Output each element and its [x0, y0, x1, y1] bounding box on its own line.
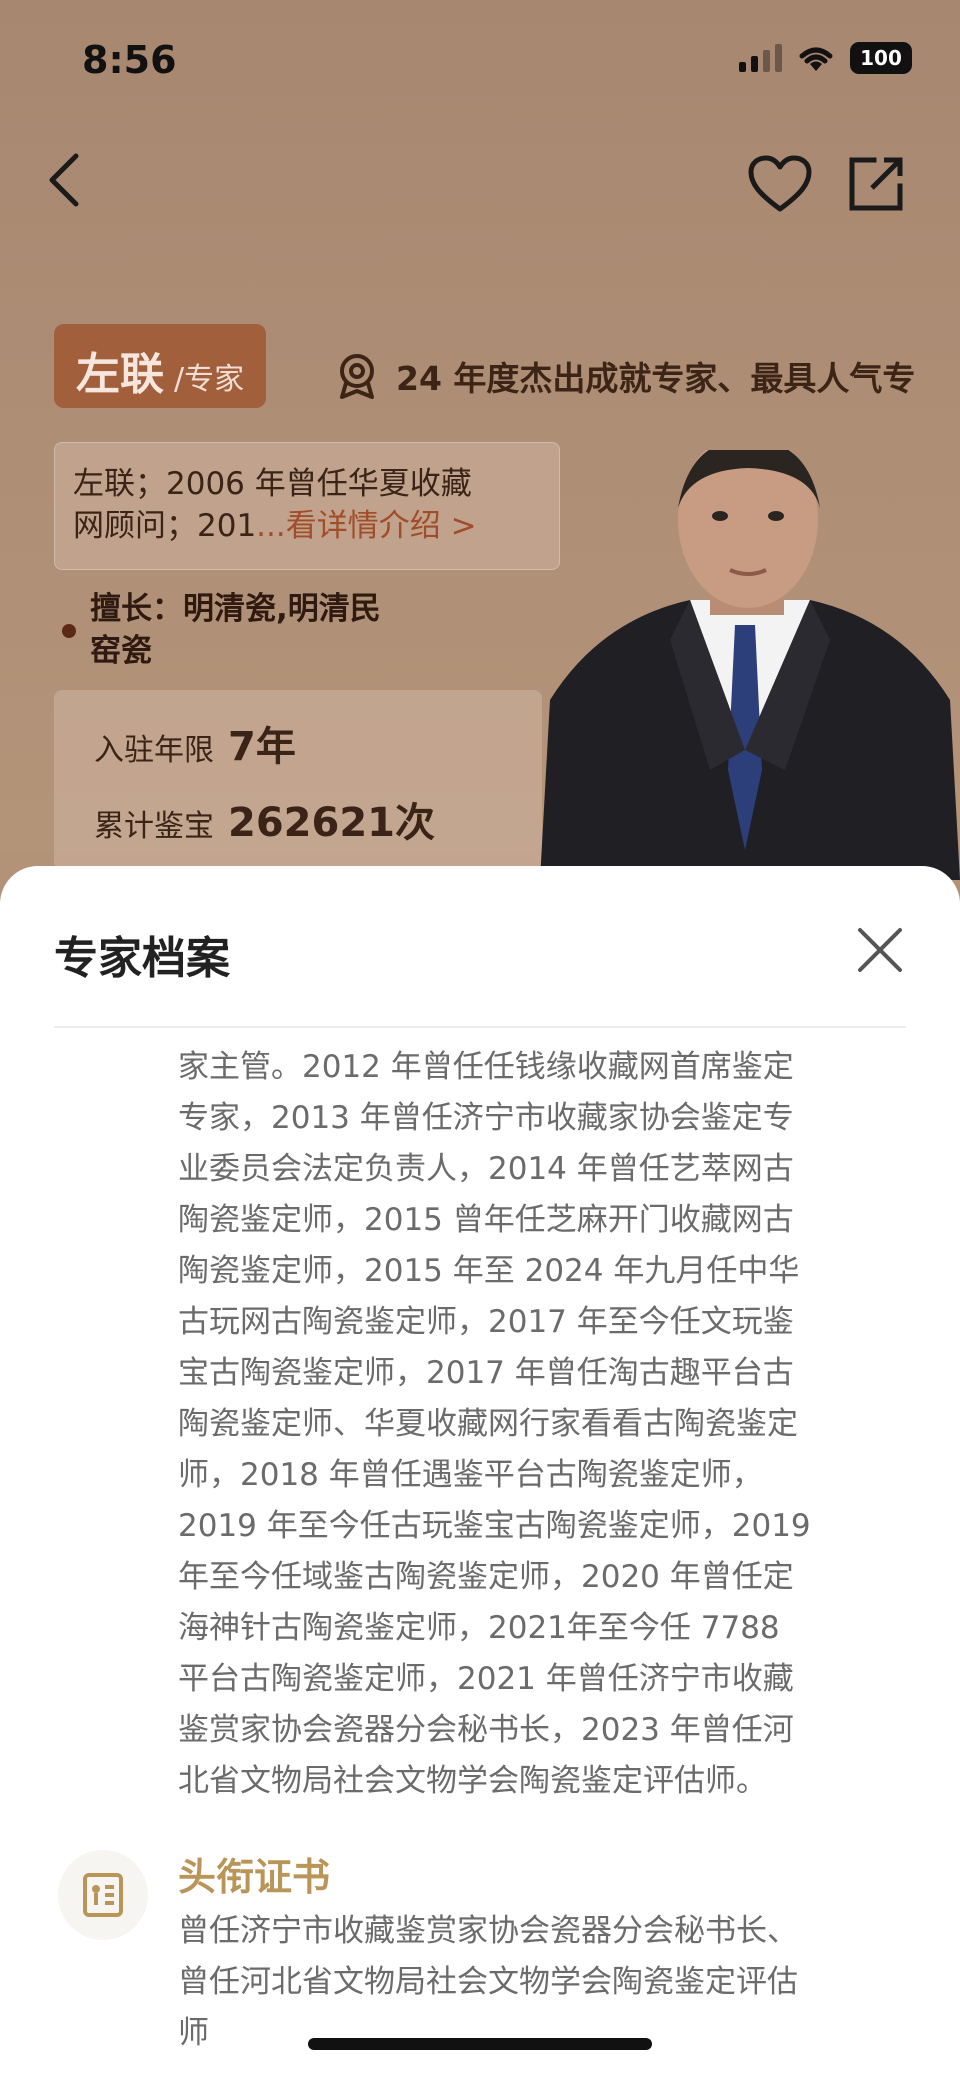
- stat-value: 262621次: [228, 800, 435, 846]
- bio-line: 陶瓷鉴定师，2015 年至 2024 年九月任中华: [178, 1253, 800, 1289]
- bio-text: 家主管。2012 年曾任任钱缘收藏网首席鉴定 专家，2013 年曾任济宁市收藏家…: [178, 1042, 918, 1807]
- chevron-left-icon: [49, 153, 79, 207]
- medal-icon: [340, 354, 374, 399]
- title-line: 曾任济宁市收藏鉴赏家协会瓷器分会秘书长、: [178, 1913, 798, 1949]
- bio-line: 年至今任域鉴古陶瓷鉴定师，2020 年曾任定: [178, 1559, 794, 1595]
- bio-line: 北省文物局社会文物学会陶瓷鉴定评估师。: [178, 1763, 767, 1799]
- back-button[interactable]: [24, 140, 104, 220]
- intro-line-1: 左联；2006 年曾任华夏收藏: [73, 466, 472, 502]
- home-indicator[interactable]: [308, 2038, 652, 2050]
- expert-name-badge: 左联 /专家: [54, 324, 267, 408]
- bio-line: 2019 年至今任古玩鉴宝古陶瓷鉴定师，2019: [178, 1508, 811, 1544]
- view-details-link[interactable]: ...看详情介绍 >: [256, 508, 476, 544]
- status-icons: 100: [739, 42, 912, 74]
- expert-portrait: [540, 450, 960, 880]
- title-body: 曾任济宁市收藏鉴赏家协会瓷器分会秘书长、 曾任河北省文物局社会文物学会陶瓷鉴定评…: [178, 1906, 918, 2059]
- bullet-dot: [62, 624, 76, 638]
- award-line: 24 年度杰出成就专家、最具人气专: [336, 352, 915, 400]
- expert-role: /专家: [174, 362, 245, 397]
- specialty-line-1: 擅长：明清瓷,明清民: [90, 591, 381, 627]
- share-icon: [849, 157, 903, 211]
- close-icon: [858, 928, 902, 972]
- section-heading: 头衔证书: [178, 1855, 331, 1899]
- status-time: 8:56: [82, 38, 177, 82]
- cellular-signal-icon: [739, 44, 782, 72]
- expert-profile-sheet: 专家档案 家主管。2012 年曾任任钱缘收藏网首席鉴定 专家，2013 年曾任济…: [0, 866, 960, 2079]
- intro-line-2: 网顾问；201...看详情介绍 >: [73, 505, 541, 547]
- stat-label: 入驻年限: [94, 733, 214, 768]
- intro-text: 网顾问；201: [73, 508, 257, 544]
- close-button[interactable]: [850, 920, 910, 980]
- certificate-icon-wrap: [58, 1850, 148, 1940]
- stat-appraisals: 累计鉴宝 262621次: [94, 790, 502, 866]
- wifi-icon: [799, 47, 833, 71]
- specialty-line-2: 窑瓷: [90, 633, 152, 669]
- battery-icon: 100: [850, 42, 912, 74]
- intro-box[interactable]: 左联；2006 年曾任华夏收藏 网顾问；201...看详情介绍 >: [54, 442, 560, 570]
- bio-line: 业委员会法定负责人，2014 年曾任艺萃网古: [178, 1151, 794, 1187]
- specialty: 擅长：明清瓷,明清民 窑瓷: [62, 588, 462, 672]
- bio-line: 家主管。2012 年曾任任钱缘收藏网首席鉴定: [178, 1049, 794, 1085]
- sheet-title: 专家档案: [54, 933, 230, 984]
- title-line: 师: [178, 2015, 209, 2051]
- stat-value: 7年: [228, 724, 296, 770]
- stat-years: 入驻年限 7年: [94, 714, 502, 790]
- divider: [54, 1026, 906, 1028]
- bio-line: 陶瓷鉴定师、华夏收藏网行家看看古陶瓷鉴定: [178, 1406, 798, 1442]
- stat-label: 累计鉴宝: [94, 809, 214, 844]
- award-text: 24 年度杰出成就专家、最具人气专: [396, 359, 916, 398]
- stats-box: 入驻年限 7年 累计鉴宝 262621次: [54, 690, 542, 870]
- bio-line: 平台古陶瓷鉴定师，2021 年曾任济宁市收藏: [178, 1661, 794, 1697]
- share-button[interactable]: [836, 144, 916, 224]
- sheet-header: 专家档案: [0, 866, 960, 1026]
- nav-bar: [0, 140, 960, 230]
- bio-line: 专家，2013 年曾任济宁市收藏家协会鉴定专: [178, 1100, 794, 1136]
- favorite-button[interactable]: [740, 144, 820, 224]
- bio-line: 古玩网古陶瓷鉴定师，2017 年至今任文玩鉴: [178, 1304, 794, 1340]
- bio-line: 陶瓷鉴定师，2015 曾年任芝麻开门收藏网古: [178, 1202, 794, 1238]
- bio-line: 鉴赏家协会瓷器分会秘书长，2023 年曾任河: [178, 1712, 794, 1748]
- bio-line: 师，2018 年曾任遇鉴平台古陶瓷鉴定师，: [178, 1457, 763, 1493]
- status-bar: 8:56 100: [0, 0, 960, 120]
- expert-name: 左联: [76, 349, 164, 400]
- title-line: 曾任河北省文物局社会文物学会陶瓷鉴定评估: [178, 1964, 798, 2000]
- heart-icon: [748, 155, 812, 212]
- bio-line: 海神针古陶瓷鉴定师，2021年至今任 7788: [178, 1610, 780, 1646]
- certificate-icon: [83, 1873, 123, 1917]
- bio-line: 宝古陶瓷鉴定师，2017 年曾任淘古趣平台古: [178, 1355, 794, 1391]
